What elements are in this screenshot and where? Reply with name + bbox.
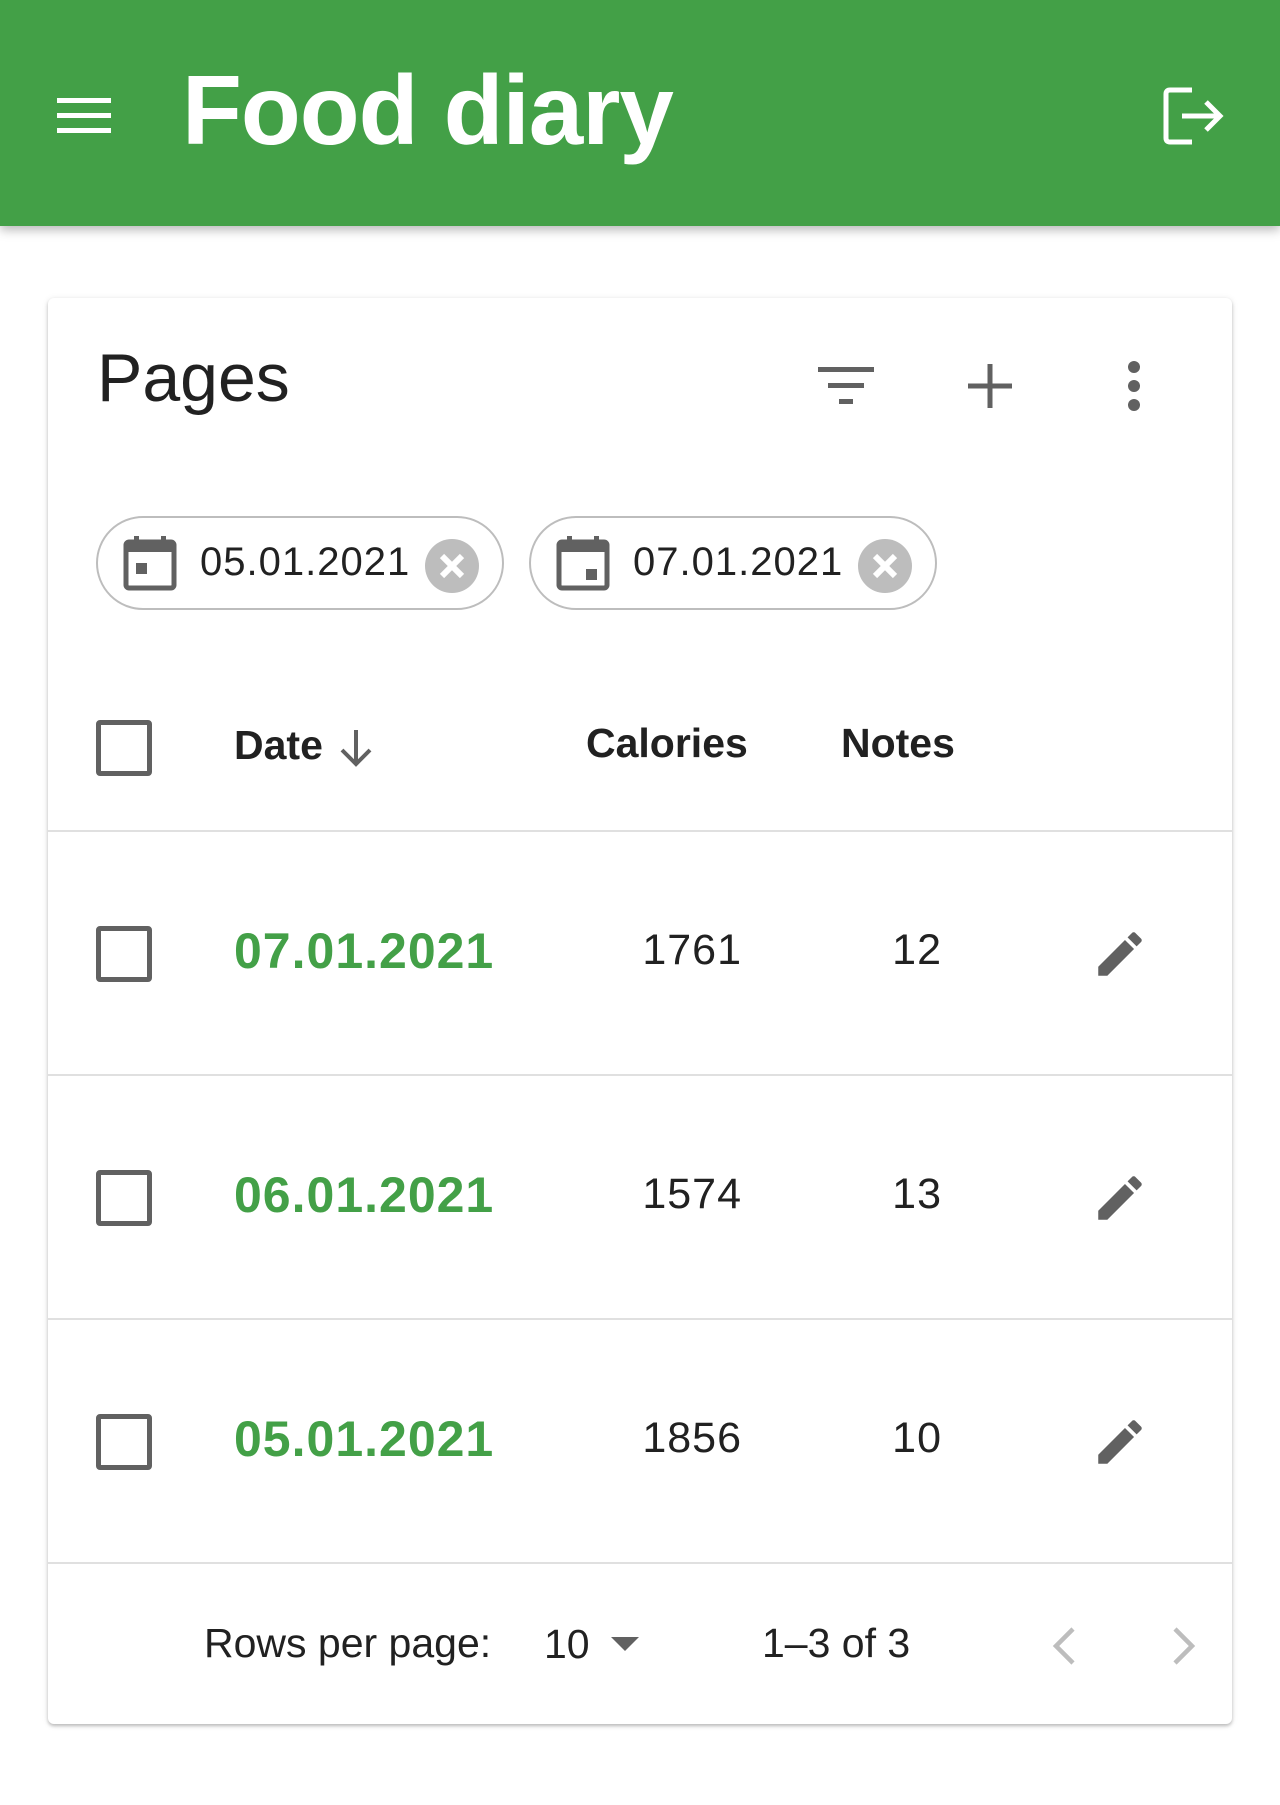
date-from-chip[interactable]: 05.01.2021: [96, 516, 504, 610]
notes-cell: 12: [892, 926, 942, 974]
filter-icon: [818, 367, 874, 404]
edit-button[interactable]: [1082, 1404, 1158, 1480]
menu-icon: [57, 98, 111, 133]
column-header-calories[interactable]: Calories: [586, 720, 748, 767]
table-row: 05.01.2021 1856 10: [48, 1320, 1232, 1564]
row-checkbox[interactable]: [96, 926, 152, 982]
date-link[interactable]: 07.01.2021: [234, 922, 494, 980]
next-page-button[interactable]: [1148, 1610, 1220, 1682]
edit-button[interactable]: [1082, 1160, 1158, 1236]
date-to-chip[interactable]: 07.01.2021: [529, 516, 937, 610]
edit-icon: [1098, 1420, 1142, 1464]
notes-cell: 13: [892, 1170, 942, 1218]
more-vert-icon: [1128, 361, 1140, 411]
chevron-right-icon: [1173, 1627, 1196, 1665]
rows-per-page-label: Rows per page:: [204, 1620, 492, 1666]
calories-cell: 1574: [642, 1170, 742, 1218]
table-row: 06.01.2021 1574 13: [48, 1076, 1232, 1320]
column-header-date[interactable]: Date: [234, 722, 375, 769]
row-checkbox[interactable]: [96, 1414, 152, 1470]
arrow-down-icon: [340, 730, 372, 768]
previous-page-button[interactable]: [1028, 1610, 1100, 1682]
pages-card: Pages 05.01.2021 07.01.2021 Date Calorie…: [48, 298, 1232, 1724]
edit-icon: [1098, 1176, 1142, 1220]
logout-button[interactable]: [1150, 72, 1238, 160]
page-range: 1–3 of 3: [762, 1620, 911, 1666]
row-checkbox[interactable]: [96, 1170, 152, 1226]
chip-label: 07.01.2021: [633, 540, 844, 584]
add-icon: [968, 364, 1012, 408]
menu-button[interactable]: [40, 72, 128, 160]
more-options-button[interactable]: [1094, 346, 1174, 426]
calories-cell: 1856: [642, 1414, 742, 1462]
calendar-icon: [123, 536, 177, 591]
card-title: Pages: [97, 340, 290, 416]
column-header-notes: Notes: [841, 720, 955, 766]
logout-icon: [1163, 87, 1224, 145]
calendar-icon: [556, 536, 610, 591]
filter-button[interactable]: [806, 346, 886, 426]
edit-icon: [1098, 932, 1142, 976]
rows-per-page-select[interactable]: 10: [544, 1614, 640, 1674]
select-all-checkbox[interactable]: [96, 720, 152, 776]
chip-label: 05.01.2021: [200, 540, 411, 584]
add-page-button[interactable]: [950, 346, 1030, 426]
date-link[interactable]: 06.01.2021: [234, 1166, 494, 1224]
app-bar: Food diary: [0, 0, 1280, 226]
column-label: Date: [234, 722, 323, 768]
chevron-left-icon: [1052, 1627, 1075, 1665]
clear-filter-icon[interactable]: [424, 538, 480, 594]
notes-cell: 10: [892, 1414, 942, 1462]
clear-filter-icon[interactable]: [857, 538, 913, 594]
date-link[interactable]: 05.01.2021: [234, 1410, 494, 1468]
table-header: Date Calories Notes: [48, 676, 1232, 832]
rows-per-page-value: 10: [544, 1620, 590, 1667]
table-row: 07.01.2021 1761 12: [48, 832, 1232, 1076]
app-title: Food diary: [182, 55, 674, 165]
dropdown-arrow-icon: [610, 1637, 639, 1651]
edit-button[interactable]: [1082, 916, 1158, 992]
calories-cell: 1761: [642, 926, 742, 974]
table-pagination: Rows per page: 10 1–3 of 3: [48, 1564, 1232, 1724]
